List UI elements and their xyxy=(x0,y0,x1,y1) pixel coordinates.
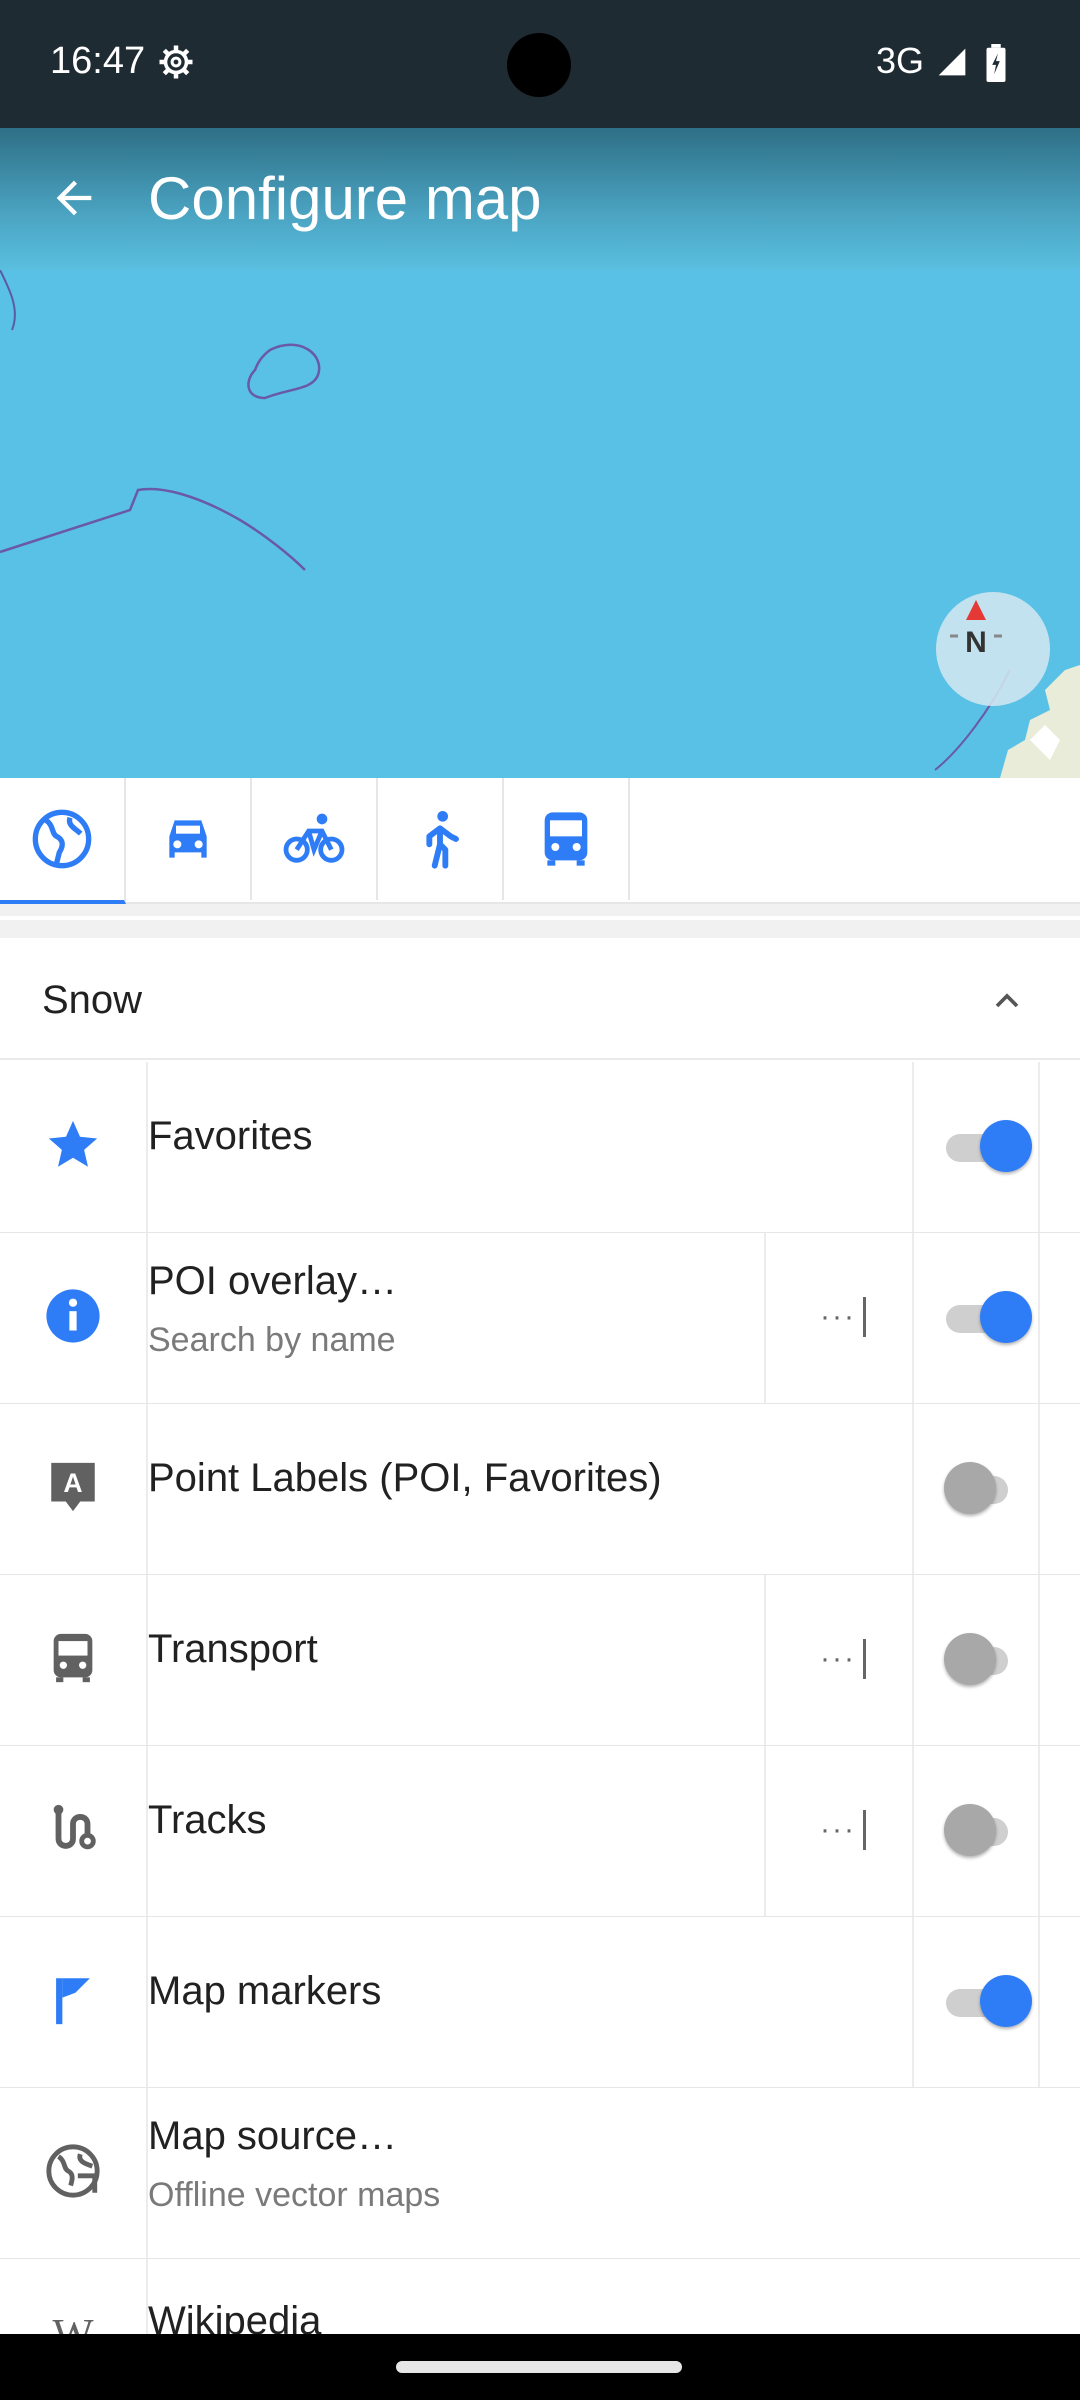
info-icon xyxy=(42,1285,104,1347)
separator xyxy=(764,1575,766,1745)
camera-cutout xyxy=(507,33,571,97)
separator xyxy=(764,1233,766,1403)
network-type: 3G xyxy=(876,40,925,81)
row-title: Tracks xyxy=(148,1798,267,1842)
bus-icon xyxy=(544,812,588,866)
battery-icon xyxy=(986,44,1006,82)
more-icon: ··· xyxy=(820,1813,856,1846)
wikipedia-icon: W xyxy=(42,2303,104,2335)
row-title: POI overlay… xyxy=(148,1259,397,1303)
back-button[interactable] xyxy=(10,138,138,258)
separator xyxy=(1038,1746,1040,1916)
row-point-labels[interactable]: A Point Labels (POI, Favorites) xyxy=(0,1404,1080,1576)
row-map-markers[interactable]: Map markers xyxy=(0,1917,1080,2089)
profile-bicycle[interactable] xyxy=(252,778,378,900)
separator xyxy=(912,1404,914,1574)
compass-label: N xyxy=(965,626,987,659)
section-header: Snow xyxy=(0,940,1080,1060)
transport-settings-button[interactable]: ··· xyxy=(806,1627,870,1691)
separator xyxy=(912,1746,914,1916)
row-favorites[interactable]: Favorites xyxy=(0,1062,1080,1234)
app-bar: Configure map xyxy=(0,128,1080,270)
bicycle-icon xyxy=(283,813,345,863)
separator xyxy=(912,1233,914,1403)
tracks-toggle[interactable] xyxy=(944,1804,1028,1856)
row-title: Map markers xyxy=(148,1969,382,2013)
flag-icon xyxy=(42,1969,104,2031)
navigation-bar xyxy=(0,2334,1080,2400)
profile-car[interactable] xyxy=(126,778,252,900)
signal-icon xyxy=(938,48,966,76)
status-time: 16:47 xyxy=(50,40,146,82)
separator xyxy=(1038,1917,1040,2087)
home-handle[interactable] xyxy=(396,2361,682,2373)
separator xyxy=(764,1746,766,1916)
map-view[interactable]: N xyxy=(0,270,1080,778)
row-subtitle: Offline vector maps xyxy=(148,2176,441,2214)
profile-browse-map[interactable] xyxy=(0,778,126,904)
compass-icon: N xyxy=(950,600,1002,659)
transport-toggle[interactable] xyxy=(944,1633,1028,1685)
separator xyxy=(912,1917,914,2087)
separator xyxy=(912,1062,914,1232)
row-title: Transport xyxy=(148,1627,318,1671)
point-labels-toggle[interactable] xyxy=(944,1462,1028,1514)
tracks-settings-button[interactable]: ··· xyxy=(806,1798,870,1862)
gear-icon xyxy=(159,45,193,79)
row-tracks[interactable]: Tracks ··· xyxy=(0,1746,1080,1918)
arrow-back-icon xyxy=(56,180,92,216)
profile-pedestrian[interactable] xyxy=(378,778,504,900)
collapse-button[interactable] xyxy=(976,970,1038,1032)
star-icon xyxy=(42,1114,104,1176)
row-title: Map source… xyxy=(148,2114,397,2158)
row-wikipedia[interactable]: W Wikipedia xyxy=(0,2259,1080,2334)
track-icon xyxy=(42,1798,104,1860)
car-icon xyxy=(169,820,207,858)
poi-settings-button[interactable]: ··· xyxy=(806,1285,870,1349)
more-icon: ··· xyxy=(820,1642,856,1675)
svg-text:W: W xyxy=(52,2311,93,2335)
row-map-source[interactable]: Map source… Offline vector maps xyxy=(0,2088,1080,2260)
map-markers-toggle[interactable] xyxy=(946,1975,1032,2027)
separator xyxy=(1038,1062,1040,1232)
status-bar: 16:47 3G xyxy=(0,0,1080,128)
separator xyxy=(1038,1233,1040,1403)
row-title: Point Labels (POI, Favorites) xyxy=(148,1456,662,1500)
row-transport[interactable]: Transport ··· xyxy=(0,1575,1080,1747)
label-icon: A xyxy=(42,1456,104,1518)
poi-overlay-toggle[interactable] xyxy=(946,1291,1032,1343)
row-title: Wikipedia xyxy=(148,2299,322,2334)
section-title: Snow xyxy=(42,978,143,1022)
divider xyxy=(0,920,1080,938)
profile-public-transport[interactable] xyxy=(504,778,630,900)
divider xyxy=(0,904,1080,916)
row-subtitle: Search by name xyxy=(148,1321,396,1359)
pedestrian-icon xyxy=(426,811,459,869)
map-background xyxy=(0,270,1080,778)
row-poi-overlay[interactable]: POI overlay… Search by name ··· xyxy=(0,1233,1080,1405)
favorites-toggle[interactable] xyxy=(946,1120,1032,1172)
svg-text:A: A xyxy=(63,1468,82,1498)
bus-icon xyxy=(42,1627,104,1689)
separator xyxy=(1038,1575,1040,1745)
separator xyxy=(912,1575,914,1745)
app-profile-bar xyxy=(0,778,1080,904)
page-title: Configure map xyxy=(148,165,542,232)
map-source-icon xyxy=(42,2140,104,2202)
more-icon: ··· xyxy=(820,1300,856,1333)
globe-icon xyxy=(32,809,92,869)
row-title: Favorites xyxy=(148,1114,313,1158)
compass-button[interactable]: N xyxy=(936,592,1050,706)
separator xyxy=(1038,1404,1040,1574)
chevron-up-icon xyxy=(995,993,1019,1008)
